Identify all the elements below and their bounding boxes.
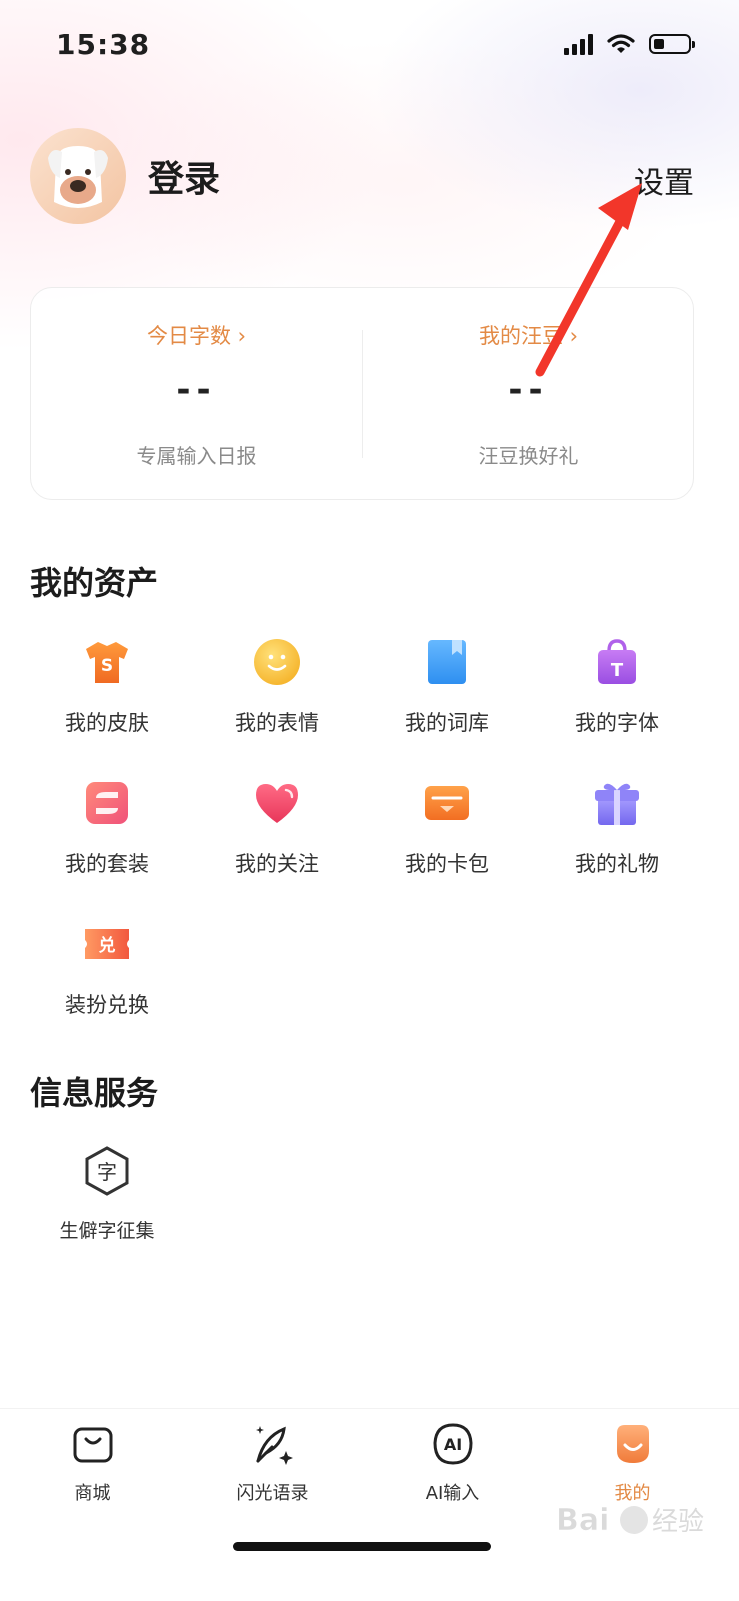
cellular-signal-icon bbox=[564, 33, 593, 55]
today-word-count-value: -- bbox=[176, 370, 217, 410]
asset-label: 我的关注 bbox=[235, 852, 319, 876]
tab-flash-quotes[interactable]: 闪光语录 bbox=[180, 1421, 365, 1505]
svg-text:S: S bbox=[101, 656, 113, 676]
exchange-ticket-icon: 兑 bbox=[85, 929, 129, 959]
tab-label: AI输入 bbox=[425, 1483, 480, 1504]
card-wallet-icon bbox=[425, 786, 469, 820]
dog-avatar-icon bbox=[48, 146, 108, 208]
heart-icon bbox=[256, 784, 298, 823]
tab-label: 闪光语录 bbox=[236, 1483, 309, 1504]
svg-text:AI: AI bbox=[443, 1435, 461, 1454]
battery-level bbox=[654, 39, 664, 49]
wangdou-panel[interactable]: 我的汪豆 › -- 汪豆换好礼 bbox=[363, 288, 694, 501]
services-section-title: 信息服务 bbox=[30, 1074, 159, 1112]
asset-item-lexicon[interactable]: 我的词库 bbox=[362, 637, 532, 737]
quill-sparkle-icon bbox=[255, 1426, 293, 1465]
rare-character-icon: 字 bbox=[85, 1146, 129, 1196]
svg-text:经验: 经验 bbox=[652, 1507, 704, 1537]
profile-header[interactable]: 登录 bbox=[30, 128, 220, 224]
wangdou-subtitle: 汪豆换好礼 bbox=[478, 444, 579, 468]
status-time: 15:38 bbox=[56, 28, 151, 61]
emoji-face-icon bbox=[254, 639, 300, 685]
service-label: 生僻字征集 bbox=[59, 1220, 155, 1242]
book-icon bbox=[428, 640, 466, 684]
asset-label: 装扮兑换 bbox=[65, 993, 149, 1017]
asset-label: 我的词库 bbox=[405, 711, 489, 735]
tab-shop[interactable]: 商城 bbox=[0, 1421, 185, 1505]
asset-item-suit[interactable]: 我的套装 bbox=[22, 778, 192, 878]
wangdou-title[interactable]: 我的汪豆 › bbox=[363, 320, 694, 350]
battery-icon bbox=[649, 34, 695, 54]
asset-label: 我的字体 bbox=[575, 711, 659, 735]
stats-card: 今日字数 › -- 专属输入日报 我的汪豆 › -- 汪豆换好礼 bbox=[30, 287, 694, 500]
svg-text:T: T bbox=[611, 660, 624, 681]
asset-label: 我的表情 bbox=[235, 711, 319, 735]
asset-label: 我的套装 bbox=[65, 852, 149, 876]
asset-item-skin[interactable]: S 我的皮肤 bbox=[22, 637, 192, 737]
asset-item-dressup-exchange[interactable]: 兑 装扮兑换 bbox=[22, 919, 192, 1019]
gift-icon bbox=[595, 783, 639, 825]
status-icons bbox=[564, 33, 695, 55]
shop-bag-icon bbox=[73, 1427, 112, 1463]
today-word-count-subtitle: 专属输入日报 bbox=[136, 444, 257, 468]
wifi-icon bbox=[607, 34, 635, 53]
login-label[interactable]: 登录 bbox=[148, 150, 220, 202]
asset-item-card-wallet[interactable]: 我的卡包 bbox=[362, 778, 532, 878]
status-bar: 15:38 bbox=[0, 0, 739, 90]
assets-section-title: 我的资产 bbox=[30, 564, 159, 602]
ai-input-icon: AI bbox=[432, 1423, 473, 1465]
tab-ai-input[interactable]: AI AI输入 bbox=[360, 1421, 545, 1505]
today-word-count-title[interactable]: 今日字数 › bbox=[31, 320, 362, 350]
suit-icon bbox=[86, 782, 128, 824]
svg-text:字: 字 bbox=[97, 1160, 117, 1184]
profile-dog-icon bbox=[616, 1425, 649, 1463]
asset-label: 我的皮肤 bbox=[65, 711, 149, 735]
font-bag-icon: T bbox=[598, 639, 636, 684]
tab-label: 商城 bbox=[74, 1483, 111, 1504]
wangdou-value: -- bbox=[508, 370, 549, 410]
svg-text:Bai: Bai bbox=[556, 1503, 609, 1538]
service-item-rare-character[interactable]: 字 生僻字征集 bbox=[22, 1146, 192, 1243]
asset-item-gift[interactable]: 我的礼物 bbox=[532, 778, 702, 878]
asset-label: 我的卡包 bbox=[405, 852, 489, 876]
settings-button[interactable]: 设置 bbox=[634, 158, 694, 202]
asset-item-emoji[interactable]: 我的表情 bbox=[192, 637, 362, 737]
asset-label: 我的礼物 bbox=[575, 852, 659, 876]
home-indicator bbox=[233, 1542, 491, 1551]
avatar[interactable] bbox=[30, 128, 126, 224]
asset-item-font[interactable]: T 我的字体 bbox=[532, 637, 702, 737]
svg-text:兑: 兑 bbox=[99, 935, 116, 956]
baidu-watermark-logo: Bai 经验 bbox=[556, 1503, 704, 1539]
today-word-count-panel[interactable]: 今日字数 › -- 专属输入日报 bbox=[31, 288, 362, 501]
shirt-icon: S bbox=[86, 642, 128, 683]
asset-item-follow[interactable]: 我的关注 bbox=[192, 778, 362, 878]
